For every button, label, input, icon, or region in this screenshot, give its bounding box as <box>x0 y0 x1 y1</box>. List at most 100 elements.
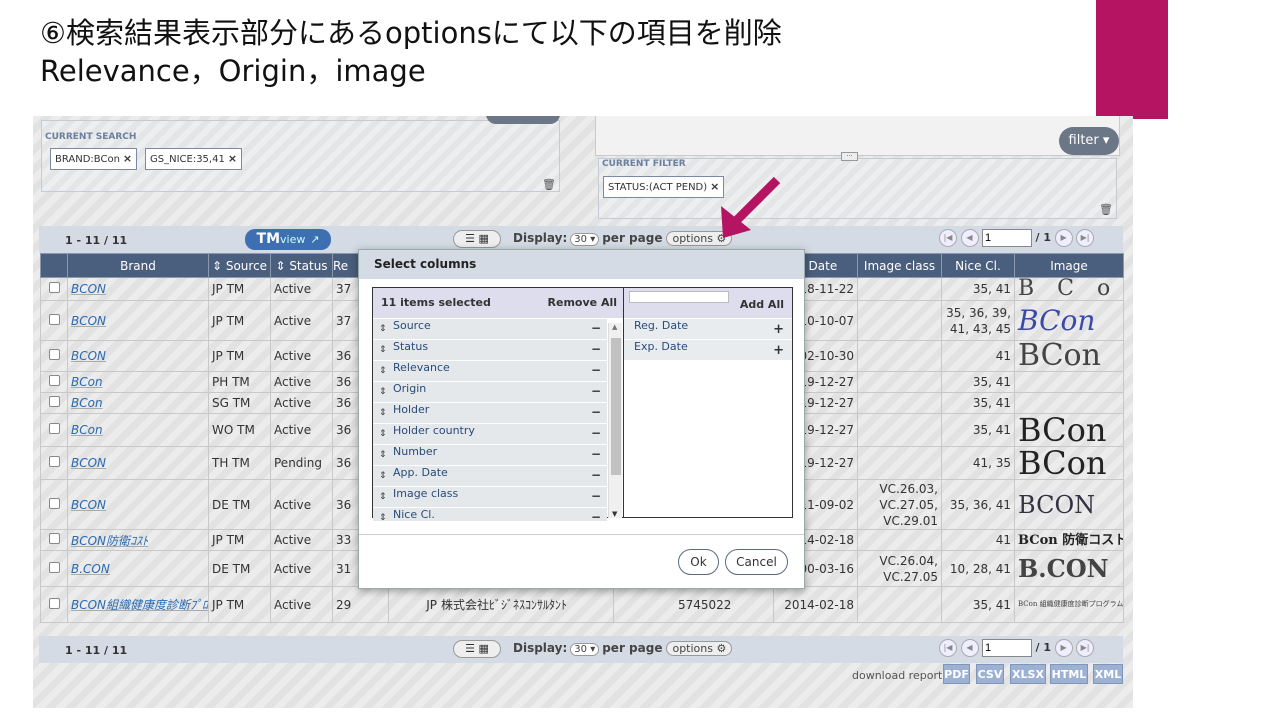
brand-link[interactable]: BCON <box>67 446 209 480</box>
available-column-item[interactable]: Reg. Date + <box>624 319 792 340</box>
brand-link[interactable]: BCON <box>67 277 209 301</box>
row-checkbox[interactable] <box>48 375 60 386</box>
selected-column-item[interactable]: ⇕ Source − <box>373 319 607 340</box>
drag-handle-icon[interactable]: ⇕ <box>379 365 387 378</box>
options-button[interactable]: options ⚙ <box>666 641 733 656</box>
download-xml-button[interactable]: XML <box>1093 664 1123 684</box>
drag-handle-icon[interactable]: ⇕ <box>379 407 387 420</box>
column-search-input[interactable] <box>629 291 729 303</box>
grid-view-icon[interactable]: ▦ <box>478 642 488 655</box>
drag-handle-icon[interactable]: ⇕ <box>379 428 387 441</box>
row-checkbox[interactable] <box>48 561 60 573</box>
trash-icon[interactable]: 🗑 <box>542 178 556 191</box>
remove-column-icon[interactable]: − <box>591 406 601 419</box>
filter-input-area[interactable] <box>595 116 1120 156</box>
add-column-icon[interactable]: + <box>773 323 784 336</box>
brand-link[interactable]: BCon <box>67 392 209 414</box>
row-checkbox[interactable] <box>48 497 60 509</box>
header-image[interactable]: Image <box>1014 253 1124 278</box>
next-page-icon[interactable]: ▶ <box>1054 229 1073 247</box>
remove-tag-icon[interactable]: × <box>123 152 132 165</box>
remove-column-icon[interactable]: − <box>591 469 601 482</box>
selected-column-item[interactable]: ⇕ App. Date − <box>373 466 607 487</box>
remove-column-icon[interactable]: − <box>591 322 601 335</box>
brand-link[interactable]: BCON <box>67 300 209 341</box>
drag-handle-icon[interactable]: ⇕ <box>379 323 387 336</box>
brand-link[interactable]: B.CON <box>67 550 209 587</box>
remove-column-icon[interactable]: − <box>591 448 601 461</box>
header-status[interactable]: ⇕ Status <box>270 253 333 278</box>
grid-view-icon[interactable]: ▦ <box>478 232 488 245</box>
drag-handle-icon[interactable]: ⇕ <box>379 386 387 399</box>
remove-column-icon[interactable]: − <box>591 343 601 356</box>
next-page-icon[interactable]: ▶ <box>1054 639 1073 657</box>
drag-handle-icon[interactable]: ⇕ <box>379 470 387 483</box>
list-view-icon[interactable]: ☰ <box>465 232 475 245</box>
remove-column-icon[interactable]: − <box>591 490 601 503</box>
drag-handle-icon[interactable]: ⇕ <box>379 491 387 504</box>
download-xlsx-button[interactable]: XLSX <box>1010 664 1046 684</box>
row-checkbox[interactable] <box>48 313 60 325</box>
drag-handle-icon[interactable]: ⇕ <box>379 449 387 462</box>
selected-column-item[interactable]: ⇕ Holder country − <box>373 424 607 445</box>
first-page-icon[interactable]: |◀ <box>939 229 957 247</box>
last-page-icon[interactable]: ▶| <box>1076 229 1095 247</box>
display-select[interactable]: 30 ▾ <box>570 643 600 656</box>
selected-column-item[interactable]: ⇕ Origin − <box>373 382 607 403</box>
download-csv-button[interactable]: CSV <box>976 664 1004 684</box>
ok-button[interactable]: Ok <box>678 549 719 575</box>
selected-column-item[interactable]: ⇕ Nice Cl. − <box>373 508 607 522</box>
prev-page-icon[interactable]: ◀ <box>960 229 979 247</box>
selected-column-item[interactable]: ⇕ Image class − <box>373 487 607 508</box>
cancel-button[interactable]: Cancel <box>725 549 788 575</box>
trash-icon[interactable]: 🗑 <box>1099 203 1113 216</box>
available-column-item[interactable]: Exp. Date + <box>624 340 792 361</box>
scrollbar[interactable]: ▲ ▼ <box>608 323 622 518</box>
download-pdf-button[interactable]: PDF <box>943 664 970 684</box>
page-input[interactable] <box>982 229 1032 247</box>
remove-all-link[interactable]: Remove All <box>548 288 617 318</box>
last-page-icon[interactable]: ▶| <box>1076 639 1095 657</box>
add-column-icon[interactable]: + <box>773 344 784 357</box>
row-checkbox[interactable] <box>48 533 60 544</box>
header-brand[interactable]: Brand <box>67 253 209 278</box>
add-all-link[interactable]: Add All <box>740 298 784 311</box>
selected-column-item[interactable]: ⇕ Relevance − <box>373 361 607 382</box>
prev-page-icon[interactable]: ◀ <box>960 639 979 657</box>
collapse-handle-icon[interactable]: ··· <box>841 152 858 161</box>
tm-view-button[interactable]: TMview ↗ <box>245 229 331 250</box>
row-checkbox[interactable] <box>48 349 60 360</box>
brand-link[interactable]: BCON組織健康度診断ﾌﾟﾛｸﾞﾗﾑ <box>67 586 209 623</box>
brand-link[interactable]: BCON <box>67 479 209 530</box>
selected-column-item[interactable]: ⇕ Number − <box>373 445 607 466</box>
header-image-class[interactable]: Image class <box>857 253 942 278</box>
row-checkbox[interactable] <box>48 597 60 609</box>
brand-link[interactable]: BCon <box>67 413 209 447</box>
search-button-partial[interactable] <box>486 116 560 124</box>
brand-link[interactable]: BCon <box>67 371 209 393</box>
remove-column-icon[interactable]: − <box>591 385 601 398</box>
selected-column-item[interactable]: ⇕ Holder − <box>373 403 607 424</box>
header-source[interactable]: ⇕ Source <box>208 253 271 278</box>
brand-link[interactable]: BCON防衛ｺｽﾄ <box>67 529 209 551</box>
brand-link[interactable]: BCON <box>67 340 209 372</box>
filter-button[interactable]: filter ▾ <box>1059 127 1119 155</box>
view-toggle[interactable]: ☰ ▦ <box>453 230 501 248</box>
search-tag-nice[interactable]: GS_NICE:35,41 × <box>145 148 243 170</box>
first-page-icon[interactable]: |◀ <box>939 639 957 657</box>
selected-column-item[interactable]: ⇕ Status − <box>373 340 607 361</box>
drag-handle-icon[interactable]: ⇕ <box>379 344 387 357</box>
view-toggle[interactable]: ☰ ▦ <box>453 640 501 658</box>
header-nice[interactable]: Nice Cl. <box>941 253 1015 278</box>
search-tag-brand[interactable]: BRAND:BCon × <box>50 148 138 170</box>
list-view-icon[interactable]: ☰ <box>465 642 475 655</box>
row-checkbox[interactable] <box>48 282 60 293</box>
row-checkbox[interactable] <box>48 456 60 467</box>
row-checkbox[interactable] <box>48 423 60 434</box>
row-checkbox[interactable] <box>48 396 60 407</box>
download-html-button[interactable]: HTML <box>1050 664 1088 684</box>
page-input[interactable] <box>982 639 1032 657</box>
remove-column-icon[interactable]: − <box>591 511 601 522</box>
remove-column-icon[interactable]: − <box>591 364 601 377</box>
remove-tag-icon[interactable]: × <box>228 152 237 165</box>
